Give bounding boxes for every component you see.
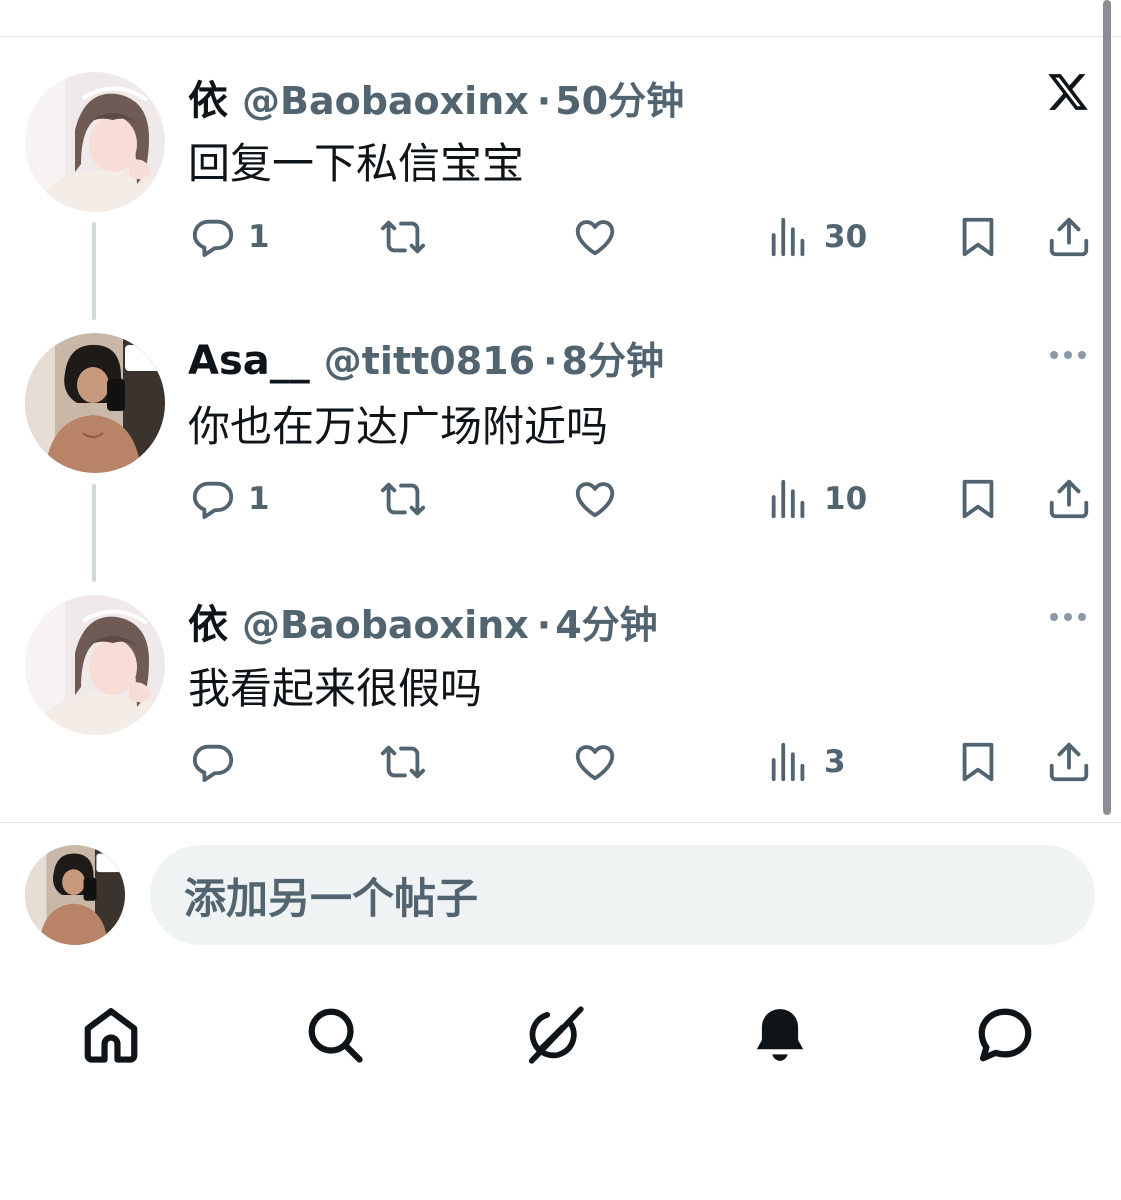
user-handle[interactable]: @titt0816 [324, 339, 535, 383]
retweet-icon [380, 745, 426, 779]
reply-count: 1 [248, 219, 270, 255]
search-icon [308, 1008, 363, 1063]
heart-icon [575, 220, 615, 256]
grok-icon [528, 1006, 584, 1064]
user-handle[interactable]: @Baobaoxinx [242, 603, 529, 647]
retweet-icon [380, 482, 426, 516]
avatar[interactable] [25, 595, 165, 735]
reply-icon [192, 219, 234, 257]
retweet-button[interactable] [380, 474, 438, 524]
notifications-icon [756, 1009, 804, 1061]
share-button[interactable] [1046, 737, 1092, 787]
bookmark-button[interactable] [955, 474, 1001, 524]
bookmark-icon [962, 479, 994, 519]
more-options-button[interactable] [1050, 613, 1086, 621]
nav-notifications[interactable] [745, 1000, 815, 1070]
heart-icon [575, 745, 615, 781]
views-icon [771, 742, 805, 782]
more-dot [1050, 613, 1058, 621]
views-button[interactable]: 10 [766, 474, 867, 524]
bookmark-icon [962, 742, 994, 782]
tweet[interactable]: 依 @Baobaoxinx · 50分钟 回复一下私信宝宝 1 30 [0, 0, 1100, 300]
like-button[interactable] [572, 474, 630, 524]
more-dot [1064, 613, 1072, 621]
bookmark-button[interactable] [955, 737, 1001, 787]
tweet-text: 你也在万达广场附近吗 [188, 402, 609, 451]
tweet-text: 我看起来很假吗 [188, 664, 483, 713]
action-bar: 3 [0, 737, 1100, 787]
reply-icon [192, 744, 234, 782]
share-icon [1049, 742, 1089, 782]
separator-dot: · [536, 603, 552, 647]
heart-icon [575, 482, 615, 518]
compose-divider [0, 822, 1121, 823]
timestamp[interactable]: 8分钟 [562, 330, 664, 385]
tweet-header: 依 @Baobaoxinx · 50分钟 [188, 68, 684, 124]
reply-button[interactable]: 1 [190, 474, 270, 524]
views-icon [771, 479, 805, 519]
display-name[interactable]: Asa__ [188, 338, 310, 384]
bottom-nav [0, 1000, 1121, 1080]
share-button[interactable] [1046, 212, 1092, 262]
view-count: 10 [824, 481, 868, 517]
tweet-header: 依 @Baobaoxinx · 4分钟 [188, 592, 658, 648]
more-dot [1078, 351, 1086, 359]
avatar[interactable] [25, 333, 165, 473]
reply-button[interactable] [190, 737, 248, 787]
views-icon [771, 217, 805, 257]
like-button[interactable] [572, 737, 630, 787]
views-button[interactable]: 3 [766, 737, 846, 787]
share-button[interactable] [1046, 474, 1092, 524]
retweet-button[interactable] [380, 212, 438, 262]
reply-count: 1 [248, 481, 270, 517]
display-name[interactable]: 依 [188, 592, 228, 650]
more-dot [1064, 351, 1072, 359]
bookmark-icon [962, 217, 994, 257]
more-dot [1078, 613, 1086, 621]
compose-avatar[interactable] [25, 845, 125, 945]
timestamp[interactable]: 4分钟 [555, 594, 657, 649]
timestamp[interactable]: 50分钟 [555, 70, 684, 125]
tweet-text: 回复一下私信宝宝 [188, 139, 525, 188]
messages-icon [978, 1008, 1032, 1062]
separator-dot: · [536, 79, 552, 123]
nav-messages[interactable] [970, 1000, 1040, 1070]
action-bar: 1 10 [0, 474, 1100, 524]
nav-grok[interactable] [520, 1000, 590, 1070]
avatar[interactable] [25, 72, 165, 212]
more-dot [1050, 351, 1058, 359]
share-icon [1049, 479, 1089, 519]
display-name[interactable]: 依 [188, 68, 228, 126]
reply-button[interactable]: 1 [190, 212, 270, 262]
more-options-button[interactable] [1050, 351, 1086, 359]
views-button[interactable]: 30 [766, 212, 867, 262]
share-icon [1049, 217, 1089, 257]
user-handle[interactable]: @Baobaoxinx [242, 79, 529, 123]
scrollbar[interactable] [1103, 0, 1111, 815]
home-icon [84, 1008, 138, 1063]
nav-home[interactable] [76, 1000, 146, 1070]
reply-icon [192, 481, 234, 519]
retweet-button[interactable] [380, 737, 438, 787]
view-count: 30 [824, 219, 868, 255]
separator-dot: · [543, 339, 558, 383]
like-button[interactable] [572, 212, 630, 262]
bookmark-button[interactable] [955, 212, 1001, 262]
tweet-header: Asa__ @titt0816 · 8分钟 [188, 330, 664, 384]
nav-search[interactable] [300, 1000, 370, 1070]
view-count: 3 [824, 744, 846, 780]
action-bar: 1 30 [0, 212, 1100, 262]
retweet-icon [380, 220, 426, 254]
compose-reply-input[interactable]: 添加另一个帖子 [150, 845, 1095, 945]
